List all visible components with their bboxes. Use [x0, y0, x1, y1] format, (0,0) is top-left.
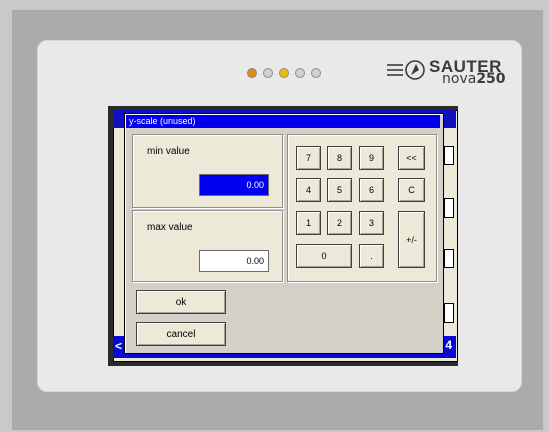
background-page-number: 4	[445, 338, 452, 352]
clear-key[interactable]: C	[398, 178, 425, 202]
key-3[interactable]: 3	[359, 211, 384, 235]
status-led-1	[247, 68, 257, 78]
key-8[interactable]: 8	[327, 146, 352, 170]
cancel-button[interactable]: cancel	[136, 322, 226, 346]
brand-model: nova250	[442, 71, 506, 87]
background-field-3	[444, 249, 454, 268]
key-5[interactable]: 5	[327, 178, 352, 202]
background-field-4	[444, 303, 454, 323]
key-4[interactable]: 4	[296, 178, 321, 202]
status-leds	[247, 68, 327, 78]
key-6[interactable]: 6	[359, 178, 384, 202]
ok-button[interactable]: ok	[136, 290, 226, 314]
dialog-title: y-scale (unused)	[126, 115, 440, 128]
sign-toggle-key[interactable]: +/-	[398, 211, 425, 268]
status-led-2	[263, 68, 273, 78]
status-led-3	[279, 68, 289, 78]
backspace-key[interactable]: <<	[398, 146, 425, 170]
brand-model-name: nova	[442, 71, 477, 87]
key-0[interactable]: 0	[296, 244, 352, 268]
sauter-emblem-icon	[387, 60, 425, 80]
brand-version: 250	[476, 71, 506, 87]
background-field-1	[444, 146, 454, 165]
background-field-2	[444, 198, 454, 218]
background-back-arrow[interactable]: <	[115, 339, 122, 353]
decimal-key[interactable]: .	[359, 244, 384, 268]
max-value-input[interactable]: 0.00	[199, 250, 269, 272]
status-led-5	[311, 68, 321, 78]
min-value-label: min value	[147, 146, 190, 157]
sauter-logo: SAUTER nova250	[385, 57, 515, 93]
key-2[interactable]: 2	[327, 211, 352, 235]
key-1[interactable]: 1	[296, 211, 321, 235]
key-9[interactable]: 9	[359, 146, 384, 170]
max-value-label: max value	[147, 222, 193, 233]
status-led-4	[295, 68, 305, 78]
key-7[interactable]: 7	[296, 146, 321, 170]
min-value-input[interactable]: 0.00	[199, 174, 269, 196]
